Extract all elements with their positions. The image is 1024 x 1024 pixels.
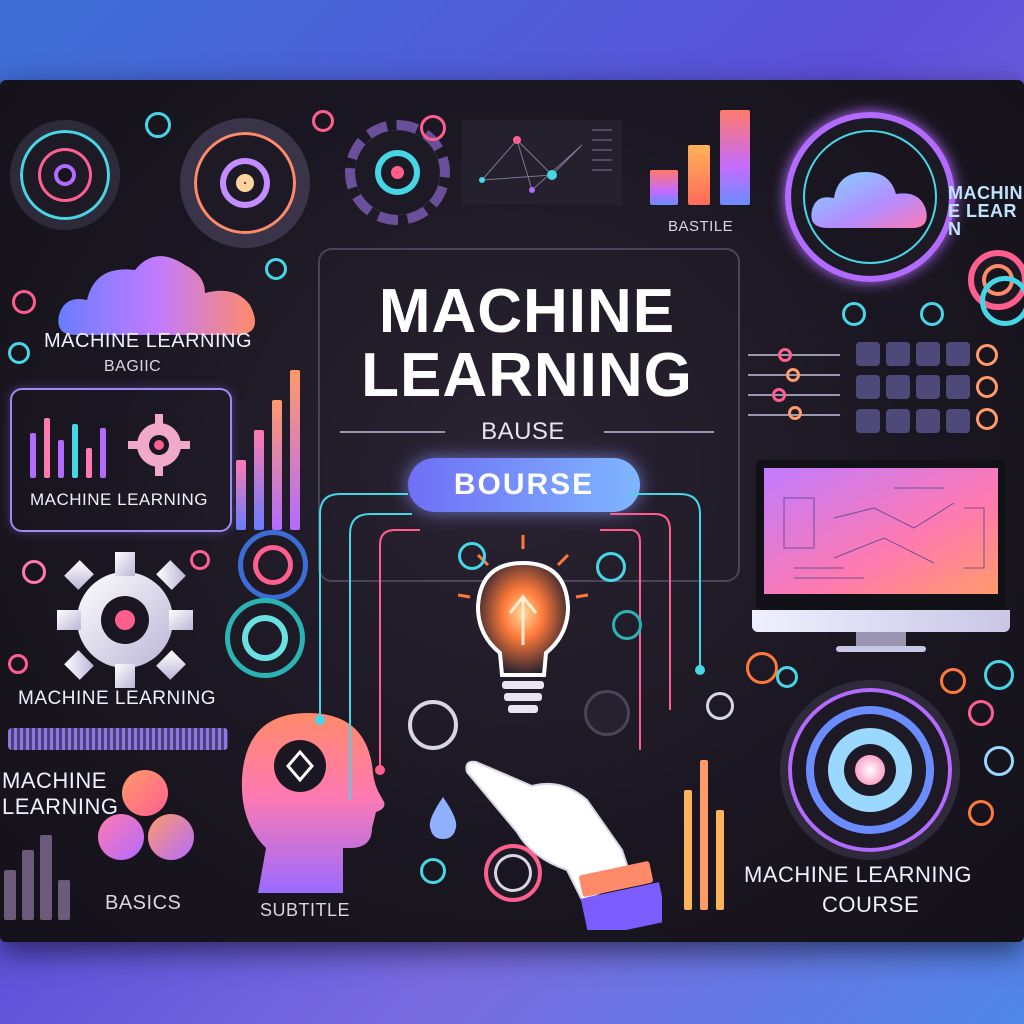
divider <box>604 431 714 433</box>
circle-icon <box>190 550 210 570</box>
circle-icon <box>596 552 626 582</box>
cloud-sub: BAGIIC <box>104 358 162 375</box>
circle-icon <box>145 112 171 138</box>
circle-icon <box>420 115 446 141</box>
circle-icon <box>746 652 778 684</box>
hand-icon <box>465 760 662 930</box>
panel-caption: MACHINE LEARNING <box>30 490 209 509</box>
headline-line-1: MACHINE <box>378 277 676 346</box>
poster-board: BASTILE MACHINE LEARN MACHINE LEARNING B… <box>0 80 1024 942</box>
left-mid-title-1: MACHINE <box>2 768 107 793</box>
circle-icon <box>584 690 630 736</box>
network-diagram-icon <box>462 120 622 205</box>
circle-icon <box>12 290 36 314</box>
top-right-logo: MACHINE LEARN <box>948 183 1023 239</box>
left-mid-title-2: LEARNING <box>2 794 119 819</box>
circle-icon <box>984 746 1014 776</box>
circle-icon <box>8 342 30 364</box>
circle-icon <box>842 302 866 326</box>
target-ring-icon <box>10 120 120 230</box>
circle-icon <box>984 660 1014 690</box>
circle-icon <box>122 770 168 816</box>
circle-icon <box>976 376 998 398</box>
basics-label: BASICS <box>105 892 182 914</box>
circle-icon <box>776 666 798 688</box>
headline-subtitle: BAUSE <box>481 418 565 445</box>
monitor-icon <box>752 460 1010 660</box>
circle-icon <box>968 700 994 726</box>
chart-caption: BASTILE <box>668 218 734 235</box>
divider <box>340 431 445 433</box>
circle-icon <box>312 110 334 132</box>
target-ring-center <box>855 755 885 785</box>
target-ring-icon <box>980 276 1024 326</box>
gear-icon <box>57 552 193 688</box>
cloud-icon <box>811 172 927 228</box>
gear-caption: MACHINE LEARNING <box>18 688 217 709</box>
light-bulb-icon <box>458 535 588 713</box>
cloud-caption: MACHINE LEARNING <box>44 330 253 352</box>
slider-group <box>748 348 843 420</box>
keypad-grid <box>856 342 976 434</box>
circle-icon <box>976 408 998 430</box>
bar-chart-icon <box>650 110 755 205</box>
target-ring-icon <box>225 598 305 678</box>
circle-icon <box>976 344 998 366</box>
circle-icon <box>968 800 994 826</box>
progress-bar <box>8 728 228 750</box>
circle-icon <box>22 560 46 584</box>
water-drop-icon <box>429 797 457 839</box>
circle-icon <box>706 692 734 720</box>
circle-icon <box>148 814 194 860</box>
gear-icon <box>128 414 190 476</box>
circle-icon <box>8 654 28 674</box>
target-ring-icon <box>180 118 310 248</box>
circle-icon <box>940 668 966 694</box>
headline-line-2: LEARNING <box>361 341 693 410</box>
circle-icon <box>420 858 446 884</box>
course-label-1: MACHINE LEARNING <box>744 862 973 887</box>
circle-icon <box>612 610 642 640</box>
circle-icon <box>98 814 144 860</box>
course-label-2: COURSE <box>822 892 920 917</box>
bar-chart-icon <box>4 835 84 920</box>
circle-icon <box>458 542 486 570</box>
target-ring-icon <box>238 530 308 600</box>
bar-chart-icon <box>30 418 120 478</box>
target-ring-icon <box>408 700 458 750</box>
circle-icon <box>920 302 944 326</box>
cloud-icon <box>58 256 255 335</box>
circle-icon <box>265 258 287 280</box>
bar-chart-icon <box>684 760 729 910</box>
info-panel: MACHINE LEARNING <box>10 388 232 532</box>
target-ring-icon <box>484 844 542 902</box>
